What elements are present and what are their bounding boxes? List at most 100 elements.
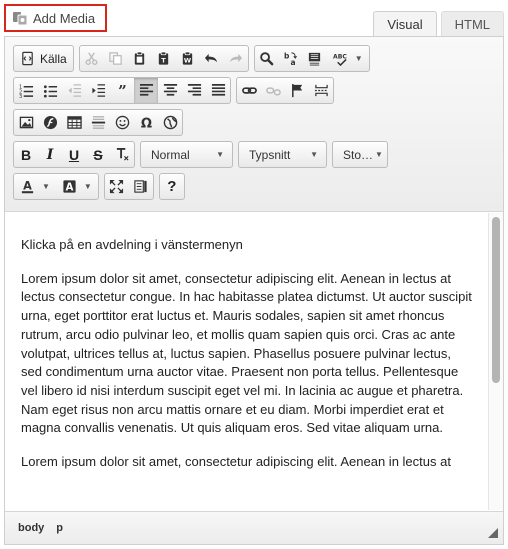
svg-text:T: T (161, 57, 166, 65)
bullet-list-button[interactable] (38, 78, 62, 103)
path-element-body[interactable]: body (18, 522, 44, 534)
help-button[interactable]: ? (160, 174, 184, 199)
spellcheck-button[interactable]: ABC ▼ (327, 46, 369, 71)
format-select[interactable]: Normal ▼ (140, 141, 233, 168)
bullet-list-icon (43, 85, 57, 98)
path-element-p[interactable]: p (56, 522, 63, 534)
text-color-button[interactable]: A ▼ (14, 174, 56, 199)
content-paragraph: Lorem ipsum dolor sit amet, consectetur … (21, 454, 451, 470)
iframe-button[interactable] (158, 110, 182, 135)
chevron-down-icon: ▼ (310, 150, 318, 159)
font-select-value: Typsnitt (249, 147, 291, 162)
strikethrough-button[interactable]: S (86, 142, 110, 167)
tab-html[interactable]: HTML (440, 11, 504, 37)
horizontal-rule-button[interactable] (86, 110, 110, 135)
cut-button[interactable] (80, 46, 104, 71)
flash-icon (43, 115, 57, 130)
select-all-icon (309, 52, 321, 66)
show-blocks-icon (134, 180, 147, 193)
content-paragraph: Lorem ipsum dolor sit amet, consectetur … (21, 270, 472, 436)
underline-button[interactable]: U (62, 142, 86, 167)
source-button[interactable]: Källa (14, 46, 73, 71)
undo-button[interactable] (200, 46, 224, 71)
flag-icon (291, 83, 302, 98)
chevron-down-icon: ▼ (375, 150, 383, 159)
paste-button[interactable] (128, 46, 152, 71)
insert-group: Ω (13, 109, 183, 136)
italic-button[interactable]: I (38, 142, 62, 167)
align-right-button[interactable] (182, 78, 206, 103)
help-group: ? (158, 173, 185, 200)
source-icon (22, 51, 33, 66)
format-select-value: Normal (151, 147, 190, 162)
align-justify-button[interactable] (206, 78, 230, 103)
blockquote-button[interactable]: ” (110, 78, 134, 103)
image-button[interactable] (14, 110, 38, 135)
scrollbar-thumb[interactable] (492, 217, 500, 383)
svg-text:a: a (291, 58, 296, 66)
resize-handle-icon[interactable] (488, 528, 498, 538)
indent-icon (91, 84, 105, 97)
link-button[interactable] (237, 78, 261, 103)
background-color-button[interactable]: A ▼ (56, 174, 98, 199)
special-char-button[interactable]: Ω (134, 110, 158, 135)
align-left-button[interactable] (134, 78, 158, 103)
replace-button[interactable]: ba (279, 46, 303, 71)
tab-visual[interactable]: Visual (373, 11, 437, 37)
table-icon (66, 116, 82, 129)
color-group: A ▼ A ▼ (13, 173, 99, 200)
numbered-list-button[interactable]: 123 (14, 78, 38, 103)
select-all-button[interactable] (303, 46, 327, 71)
add-media-button[interactable]: Add Media (4, 4, 107, 32)
link-icon (241, 87, 257, 94)
paste-word-button[interactable]: W (176, 46, 200, 71)
spellcheck-icon: ABC (333, 54, 347, 66)
maximize-button[interactable] (105, 174, 129, 199)
unlink-icon (265, 87, 281, 96)
find-button[interactable] (255, 46, 279, 71)
background-color-icon: A (63, 180, 76, 193)
indent-button[interactable] (86, 78, 110, 103)
text-color-icon: A (21, 179, 34, 194)
editor-toolbar: Källa T W b a ABC ▼ 1 2 3 ” Ω B I U S No… (5, 37, 503, 212)
unlink-button[interactable] (261, 78, 285, 103)
remove-format-button[interactable] (110, 142, 134, 167)
scissors-icon (85, 52, 98, 65)
chevron-down-icon: ▼ (83, 182, 92, 191)
outdent-button[interactable] (62, 78, 86, 103)
view-group (103, 173, 154, 200)
paste-text-button[interactable]: T (152, 46, 176, 71)
font-select[interactable]: Typsnitt ▼ (238, 141, 327, 168)
image-icon (19, 116, 33, 129)
maximize-icon (110, 179, 124, 194)
page-break-button[interactable] (309, 78, 333, 103)
content-paragraph: Klicka på en avdelning i vänstermenyn (21, 237, 243, 252)
align-center-button[interactable] (158, 78, 182, 103)
numbered-list-icon: 123 (19, 85, 33, 98)
svg-text:Ω: Ω (140, 117, 151, 130)
table-button[interactable] (62, 110, 86, 135)
size-select[interactable]: Sto… ▼ (332, 141, 388, 168)
text-style-group: B I U S (13, 141, 135, 168)
chevron-down-icon: ▼ (42, 182, 50, 191)
svg-text:A: A (23, 179, 32, 192)
editor-content[interactable]: Klicka på en avdelning i vänstermenyn Lo… (5, 213, 490, 510)
toolbar-row-5: A ▼ A ▼ ? (13, 173, 503, 200)
horizontal-rule-icon (91, 116, 105, 129)
show-blocks-button[interactable] (129, 174, 153, 199)
bold-button[interactable]: B (14, 142, 38, 167)
svg-text:”: ” (118, 83, 127, 98)
toolbar-row-2: 123 ” (13, 77, 503, 104)
anchor-button[interactable] (285, 78, 309, 103)
flash-button[interactable] (38, 110, 62, 135)
size-select-value: Sto… (343, 147, 374, 162)
undo-icon (205, 53, 218, 63)
align-justify-icon (211, 84, 225, 96)
content-scrollbar[interactable] (488, 213, 503, 510)
smiley-button[interactable] (110, 110, 134, 135)
redo-button[interactable] (224, 46, 248, 71)
copy-button[interactable] (104, 46, 128, 71)
rich-text-editor: Källa T W b a ABC ▼ 1 2 3 ” Ω B I U S No… (4, 36, 504, 545)
align-right-icon (187, 84, 201, 96)
clear-format-icon (116, 147, 129, 161)
